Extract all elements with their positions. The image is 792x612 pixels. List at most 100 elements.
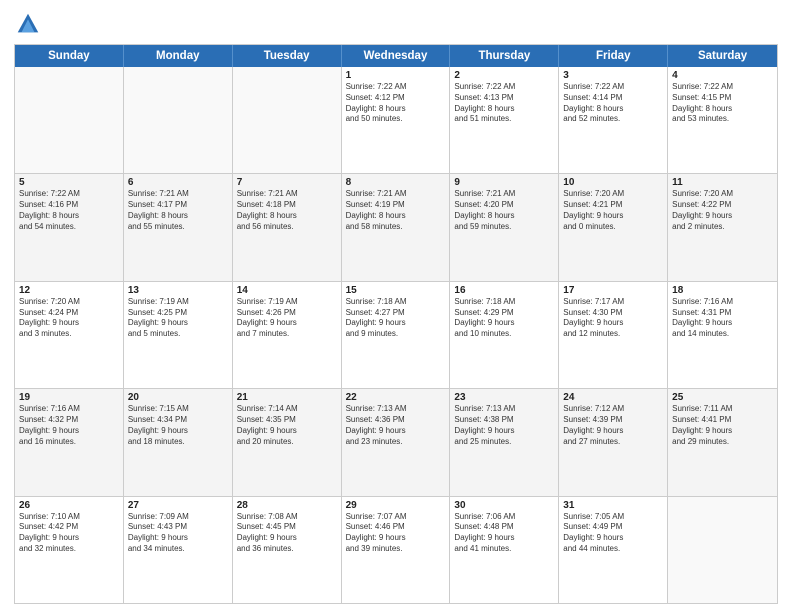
day-info: Sunrise: 7:12 AM Sunset: 4:39 PM Dayligh… (563, 404, 663, 447)
day-cell-27: 27Sunrise: 7:09 AM Sunset: 4:43 PM Dayli… (124, 497, 233, 603)
day-number: 12 (19, 285, 119, 296)
header-day-thursday: Thursday (450, 45, 559, 67)
day-cell-20: 20Sunrise: 7:15 AM Sunset: 4:34 PM Dayli… (124, 389, 233, 495)
day-number: 19 (19, 392, 119, 403)
day-info: Sunrise: 7:20 AM Sunset: 4:22 PM Dayligh… (672, 189, 773, 232)
day-cell-3: 3Sunrise: 7:22 AM Sunset: 4:14 PM Daylig… (559, 67, 668, 173)
day-cell-25: 25Sunrise: 7:11 AM Sunset: 4:41 PM Dayli… (668, 389, 777, 495)
day-cell-7: 7Sunrise: 7:21 AM Sunset: 4:18 PM Daylig… (233, 174, 342, 280)
day-cell-30: 30Sunrise: 7:06 AM Sunset: 4:48 PM Dayli… (450, 497, 559, 603)
day-number: 13 (128, 285, 228, 296)
day-number: 9 (454, 177, 554, 188)
day-number: 23 (454, 392, 554, 403)
day-cell-4: 4Sunrise: 7:22 AM Sunset: 4:15 PM Daylig… (668, 67, 777, 173)
day-info: Sunrise: 7:13 AM Sunset: 4:38 PM Dayligh… (454, 404, 554, 447)
day-cell-31: 31Sunrise: 7:05 AM Sunset: 4:49 PM Dayli… (559, 497, 668, 603)
day-info: Sunrise: 7:11 AM Sunset: 4:41 PM Dayligh… (672, 404, 773, 447)
day-cell-1: 1Sunrise: 7:22 AM Sunset: 4:12 PM Daylig… (342, 67, 451, 173)
day-cell-16: 16Sunrise: 7:18 AM Sunset: 4:29 PM Dayli… (450, 282, 559, 388)
day-info: Sunrise: 7:21 AM Sunset: 4:19 PM Dayligh… (346, 189, 446, 232)
day-number: 2 (454, 70, 554, 81)
day-cell-22: 22Sunrise: 7:13 AM Sunset: 4:36 PM Dayli… (342, 389, 451, 495)
day-number: 1 (346, 70, 446, 81)
day-info: Sunrise: 7:16 AM Sunset: 4:31 PM Dayligh… (672, 297, 773, 340)
calendar-week-2: 5Sunrise: 7:22 AM Sunset: 4:16 PM Daylig… (15, 173, 777, 280)
day-cell-24: 24Sunrise: 7:12 AM Sunset: 4:39 PM Dayli… (559, 389, 668, 495)
day-number: 6 (128, 177, 228, 188)
header-day-saturday: Saturday (668, 45, 777, 67)
day-number: 20 (128, 392, 228, 403)
day-cell-21: 21Sunrise: 7:14 AM Sunset: 4:35 PM Dayli… (233, 389, 342, 495)
day-cell-9: 9Sunrise: 7:21 AM Sunset: 4:20 PM Daylig… (450, 174, 559, 280)
day-info: Sunrise: 7:19 AM Sunset: 4:26 PM Dayligh… (237, 297, 337, 340)
day-cell-2: 2Sunrise: 7:22 AM Sunset: 4:13 PM Daylig… (450, 67, 559, 173)
day-number: 14 (237, 285, 337, 296)
calendar-week-5: 26Sunrise: 7:10 AM Sunset: 4:42 PM Dayli… (15, 496, 777, 603)
header-day-sunday: Sunday (15, 45, 124, 67)
empty-cell (668, 497, 777, 603)
day-number: 29 (346, 500, 446, 511)
day-cell-13: 13Sunrise: 7:19 AM Sunset: 4:25 PM Dayli… (124, 282, 233, 388)
calendar-header-row: SundayMondayTuesdayWednesdayThursdayFrid… (15, 45, 777, 67)
empty-cell (15, 67, 124, 173)
day-number: 17 (563, 285, 663, 296)
day-number: 31 (563, 500, 663, 511)
page: SundayMondayTuesdayWednesdayThursdayFrid… (0, 0, 792, 612)
day-cell-23: 23Sunrise: 7:13 AM Sunset: 4:38 PM Dayli… (450, 389, 559, 495)
day-number: 30 (454, 500, 554, 511)
day-cell-29: 29Sunrise: 7:07 AM Sunset: 4:46 PM Dayli… (342, 497, 451, 603)
day-info: Sunrise: 7:20 AM Sunset: 4:21 PM Dayligh… (563, 189, 663, 232)
calendar-week-3: 12Sunrise: 7:20 AM Sunset: 4:24 PM Dayli… (15, 281, 777, 388)
day-number: 4 (672, 70, 773, 81)
header-day-friday: Friday (559, 45, 668, 67)
day-info: Sunrise: 7:05 AM Sunset: 4:49 PM Dayligh… (563, 512, 663, 555)
day-info: Sunrise: 7:21 AM Sunset: 4:17 PM Dayligh… (128, 189, 228, 232)
day-cell-26: 26Sunrise: 7:10 AM Sunset: 4:42 PM Dayli… (15, 497, 124, 603)
day-info: Sunrise: 7:22 AM Sunset: 4:16 PM Dayligh… (19, 189, 119, 232)
day-info: Sunrise: 7:09 AM Sunset: 4:43 PM Dayligh… (128, 512, 228, 555)
day-number: 22 (346, 392, 446, 403)
header-day-wednesday: Wednesday (342, 45, 451, 67)
day-info: Sunrise: 7:22 AM Sunset: 4:15 PM Dayligh… (672, 82, 773, 125)
day-cell-17: 17Sunrise: 7:17 AM Sunset: 4:30 PM Dayli… (559, 282, 668, 388)
day-cell-8: 8Sunrise: 7:21 AM Sunset: 4:19 PM Daylig… (342, 174, 451, 280)
day-cell-12: 12Sunrise: 7:20 AM Sunset: 4:24 PM Dayli… (15, 282, 124, 388)
header-day-monday: Monday (124, 45, 233, 67)
day-number: 3 (563, 70, 663, 81)
day-info: Sunrise: 7:16 AM Sunset: 4:32 PM Dayligh… (19, 404, 119, 447)
day-number: 21 (237, 392, 337, 403)
day-info: Sunrise: 7:22 AM Sunset: 4:12 PM Dayligh… (346, 82, 446, 125)
day-number: 10 (563, 177, 663, 188)
day-number: 8 (346, 177, 446, 188)
calendar-body: 1Sunrise: 7:22 AM Sunset: 4:12 PM Daylig… (15, 67, 777, 603)
empty-cell (233, 67, 342, 173)
empty-cell (124, 67, 233, 173)
day-info: Sunrise: 7:20 AM Sunset: 4:24 PM Dayligh… (19, 297, 119, 340)
day-cell-11: 11Sunrise: 7:20 AM Sunset: 4:22 PM Dayli… (668, 174, 777, 280)
day-cell-18: 18Sunrise: 7:16 AM Sunset: 4:31 PM Dayli… (668, 282, 777, 388)
day-info: Sunrise: 7:21 AM Sunset: 4:18 PM Dayligh… (237, 189, 337, 232)
header (14, 10, 778, 38)
day-number: 25 (672, 392, 773, 403)
logo-icon (14, 10, 42, 38)
day-number: 28 (237, 500, 337, 511)
day-number: 24 (563, 392, 663, 403)
day-info: Sunrise: 7:13 AM Sunset: 4:36 PM Dayligh… (346, 404, 446, 447)
calendar-week-4: 19Sunrise: 7:16 AM Sunset: 4:32 PM Dayli… (15, 388, 777, 495)
day-info: Sunrise: 7:21 AM Sunset: 4:20 PM Dayligh… (454, 189, 554, 232)
day-number: 11 (672, 177, 773, 188)
calendar-week-1: 1Sunrise: 7:22 AM Sunset: 4:12 PM Daylig… (15, 67, 777, 173)
header-day-tuesday: Tuesday (233, 45, 342, 67)
day-cell-19: 19Sunrise: 7:16 AM Sunset: 4:32 PM Dayli… (15, 389, 124, 495)
day-number: 16 (454, 285, 554, 296)
day-info: Sunrise: 7:17 AM Sunset: 4:30 PM Dayligh… (563, 297, 663, 340)
day-number: 5 (19, 177, 119, 188)
day-info: Sunrise: 7:07 AM Sunset: 4:46 PM Dayligh… (346, 512, 446, 555)
day-cell-6: 6Sunrise: 7:21 AM Sunset: 4:17 PM Daylig… (124, 174, 233, 280)
day-info: Sunrise: 7:18 AM Sunset: 4:29 PM Dayligh… (454, 297, 554, 340)
calendar: SundayMondayTuesdayWednesdayThursdayFrid… (14, 44, 778, 604)
day-cell-15: 15Sunrise: 7:18 AM Sunset: 4:27 PM Dayli… (342, 282, 451, 388)
day-info: Sunrise: 7:22 AM Sunset: 4:14 PM Dayligh… (563, 82, 663, 125)
day-info: Sunrise: 7:08 AM Sunset: 4:45 PM Dayligh… (237, 512, 337, 555)
day-number: 18 (672, 285, 773, 296)
